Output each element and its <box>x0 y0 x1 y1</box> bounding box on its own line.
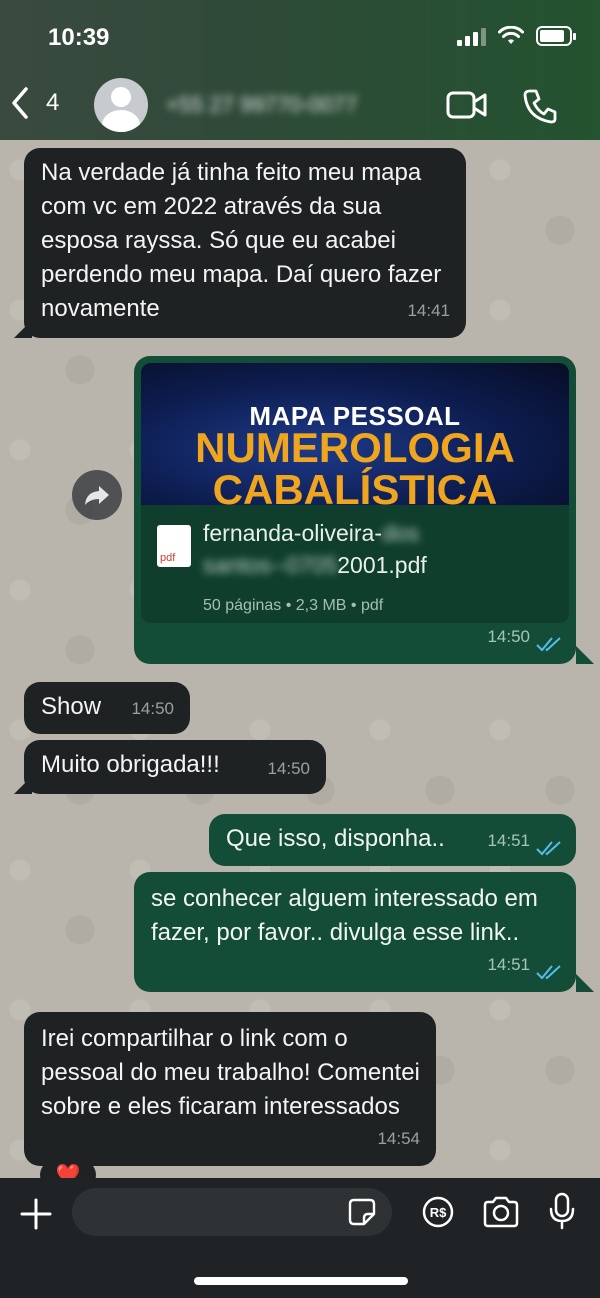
status-icons <box>457 26 576 46</box>
message-time: 14:51 <box>487 955 530 974</box>
voice-call-button[interactable] <box>522 88 558 124</box>
contact-avatar[interactable] <box>94 78 148 132</box>
message-bubble-outgoing[interactable]: Que isso, disponha.. 14:51 <box>209 814 576 866</box>
signal-icon <box>457 26 486 46</box>
message-text: Irei compartilhar o link com o pessoal d… <box>41 1025 420 1120</box>
back-button[interactable]: 4 <box>10 86 59 120</box>
chat-header: 10:39 4 +55 27 99770-0077 <box>0 0 600 140</box>
bubble-tail <box>14 320 32 338</box>
read-receipt-icon <box>536 965 561 980</box>
banner-heading-2: CABALÍSTICA <box>212 466 498 506</box>
message-time: 14:41 <box>407 301 450 320</box>
message-time: 14:50 <box>267 759 310 778</box>
microphone-button[interactable] <box>548 1192 576 1230</box>
message-bubble-incoming[interactable]: Na verdade já tinha feito meu mapa com v… <box>24 148 466 338</box>
document-preview[interactable]: MAPA PESSOAL NUMEROLOGIA CABALÍSTICA <box>141 363 569 505</box>
document-meta: 50 páginas • 2,3 MB • pdf <box>203 597 384 614</box>
camera-button[interactable] <box>482 1196 520 1228</box>
message-bubble-incoming[interactable]: Irei compartilhar o link com o pessoal d… <box>24 1012 436 1166</box>
message-text: se conhecer alguem interessado em fazer,… <box>151 885 538 946</box>
bubble-tail <box>576 646 594 664</box>
message-time: 14:50 <box>487 627 530 646</box>
status-time: 10:39 <box>48 24 110 51</box>
unread-count: 4 <box>46 89 60 116</box>
message-text: Na verdade já tinha feito meu mapa com v… <box>41 159 442 322</box>
document-info[interactable]: pdf fernanda-oliveira-dos santos--070520… <box>141 505 569 623</box>
add-attachment-button[interactable] <box>20 1198 52 1230</box>
bubble-tail <box>14 776 32 794</box>
banner-heading-1: NUMEROLOGIA <box>195 424 515 471</box>
read-receipt-icon <box>536 841 561 856</box>
payment-button[interactable]: R$ <box>422 1196 454 1228</box>
battery-icon <box>536 26 576 46</box>
message-bubble-outgoing[interactable]: se conhecer alguem interessado em fazer,… <box>134 872 576 992</box>
sticker-icon[interactable] <box>348 1198 376 1226</box>
forward-button[interactable] <box>72 470 122 520</box>
message-bubble-incoming[interactable]: Muito obrigada!!! 14:50 <box>24 740 326 794</box>
svg-text:R$: R$ <box>430 1205 447 1220</box>
bubble-tail <box>576 974 594 992</box>
home-indicator <box>194 1277 408 1285</box>
document-filename: fernanda-oliveira-dos santos--07052001.p… <box>203 520 427 578</box>
chevron-left-icon <box>12 87 28 119</box>
video-call-button[interactable] <box>446 88 488 122</box>
message-bubble-incoming[interactable]: Show 14:50 <box>24 682 190 734</box>
contact-name[interactable]: +55 27 99770-0077 <box>166 92 357 118</box>
document-message[interactable]: MAPA PESSOAL NUMEROLOGIA CABALÍSTICA pdf… <box>134 356 576 664</box>
composer-bar: R$ <box>0 1178 600 1298</box>
message-time: 14:51 <box>487 831 530 850</box>
message-time: 14:54 <box>377 1129 420 1148</box>
read-receipt-icon <box>536 637 561 652</box>
wifi-icon <box>498 26 524 44</box>
forward-icon <box>85 486 109 505</box>
pdf-file-icon: pdf <box>157 525 191 567</box>
message-time: 14:50 <box>131 699 174 718</box>
message-input[interactable] <box>72 1188 392 1236</box>
